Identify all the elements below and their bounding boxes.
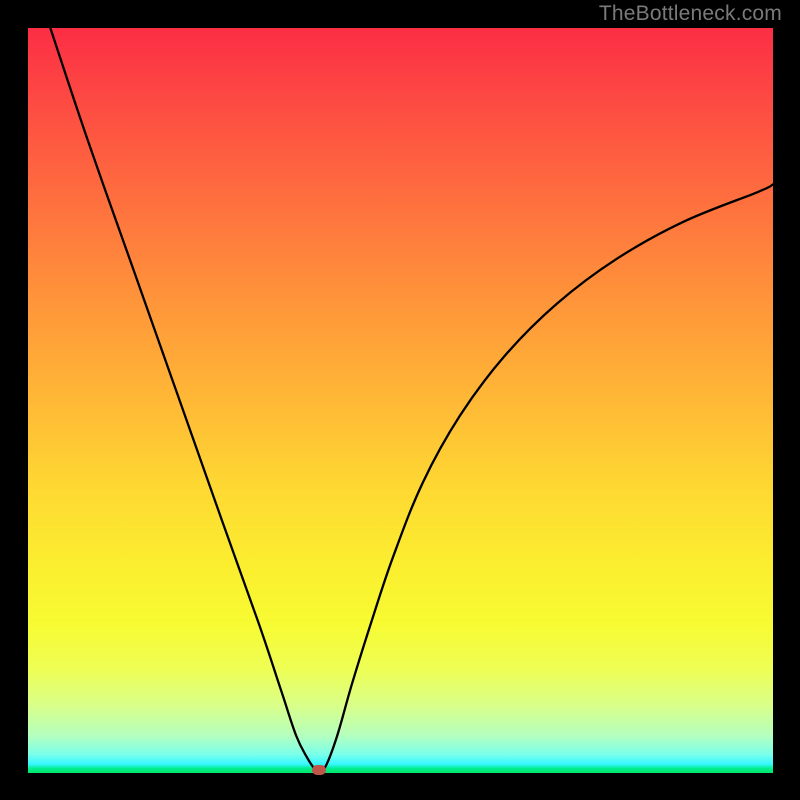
- bottleneck-curve-path: [50, 28, 773, 773]
- minimum-marker: [312, 765, 326, 775]
- attribution-label: TheBottleneck.com: [599, 2, 782, 26]
- curve-svg: [28, 28, 773, 773]
- chart-container: TheBottleneck.com: [0, 0, 800, 800]
- plot-area: [28, 28, 773, 773]
